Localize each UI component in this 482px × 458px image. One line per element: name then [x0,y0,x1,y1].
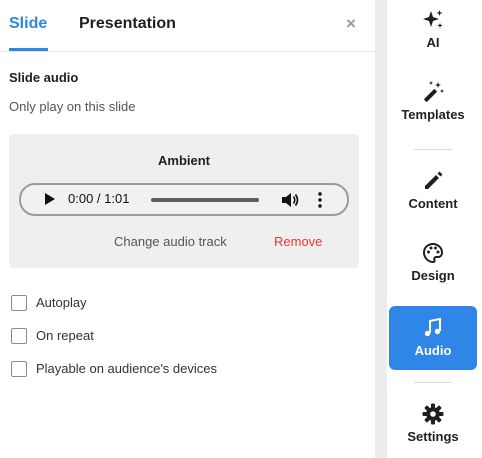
audience-devices-label: Playable on audience's devices [36,361,217,376]
sidebar-item-audio[interactable]: Audio [389,306,477,370]
volume-icon[interactable] [280,191,300,209]
pencil-icon [425,171,443,189]
autoplay-checkbox[interactable] [11,295,27,311]
slide-settings-panel: Slide Presentation × Slide audio Only pl… [0,0,375,458]
rail-separator [414,382,452,383]
sparkles-icon [423,10,443,28]
change-audio-track-button[interactable]: Change audio track [114,234,227,250]
close-icon[interactable]: × [343,14,359,34]
sidebar-item-label: Design [411,268,455,283]
panel-divider[interactable] [375,0,387,458]
playback-time: 0:00 / 1:01 [68,191,130,206]
track-name: Ambient [158,153,210,168]
sidebar-item-templates[interactable]: Templates [389,80,477,130]
sidebar-item-label: AI [426,35,440,50]
sidebar-item-ai[interactable]: AI [389,8,477,58]
music-note-icon [424,317,441,337]
magic-wand-icon [424,81,444,102]
repeat-label: On repeat [36,328,94,343]
remove-audio-button[interactable]: Remove [274,234,322,250]
gear-icon [422,403,444,425]
sidebar-item-label: Content [408,196,458,211]
sidebar-item-design[interactable]: Design [389,241,477,291]
panel-tabs: Slide Presentation × [0,0,375,52]
sidebar-item-label: Templates [401,107,465,122]
tab-presentation[interactable]: Presentation [79,14,176,34]
audience-devices-checkbox[interactable] [11,361,27,377]
progress-slider[interactable] [151,198,259,202]
palette-icon [422,242,444,264]
active-tab-indicator [9,48,48,51]
autoplay-label: Autoplay [36,295,87,310]
repeat-checkbox[interactable] [11,328,27,344]
sidebar-item-label: Settings [407,429,459,444]
sidebar-item-label: Audio [414,343,452,358]
audio-track-card: Ambient 0:00 / 1:01 Change audio track R… [9,134,359,268]
audio-player: 0:00 / 1:01 [19,183,349,216]
more-options-icon[interactable] [315,191,325,209]
rail-separator [414,149,452,150]
sidebar-item-content[interactable]: Content [389,169,477,219]
play-icon[interactable] [45,193,55,205]
slide-audio-title: Slide audio [9,70,79,85]
sidebar-rail: AI Templates Content Design Audio Settin… [387,0,482,458]
sidebar-item-settings[interactable]: Settings [389,402,477,452]
slide-audio-subtitle: Only play on this slide [9,99,136,114]
tab-slide[interactable]: Slide [9,14,47,34]
